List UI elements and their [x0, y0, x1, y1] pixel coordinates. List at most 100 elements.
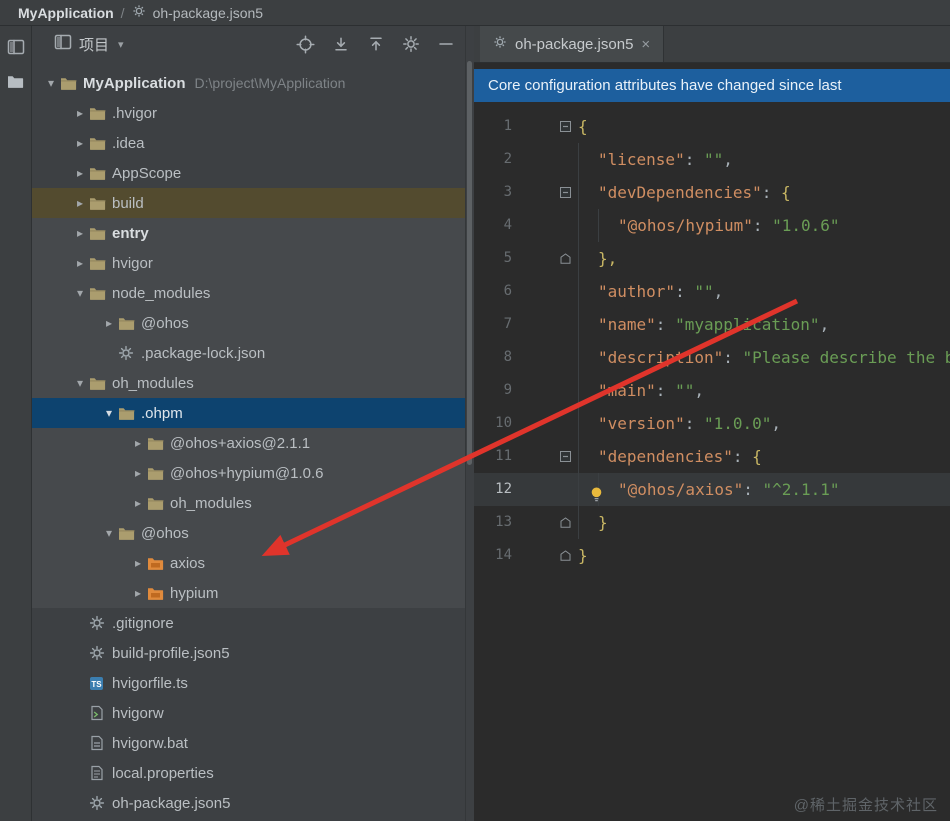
tree-item-ohos[interactable]: ▸ @ohos	[32, 308, 465, 338]
close-icon[interactable]: ×	[641, 36, 650, 53]
token-str: "1.0.6"	[772, 216, 840, 235]
code-text[interactable]: "description": "Please describe the bas	[578, 341, 950, 374]
tab-oh-package-json5[interactable]: oh-package.json5 ×	[480, 26, 665, 62]
chevron-right-icon[interactable]: ▸	[71, 136, 89, 150]
code-text[interactable]: },	[578, 242, 617, 275]
token-str: "myapplication"	[675, 315, 820, 334]
tree-item-entry[interactable]: ▸ entry	[32, 218, 465, 248]
code-line-8[interactable]: 8 "description": "Please describe the bas	[474, 341, 950, 374]
indent-guide	[578, 341, 598, 374]
tree-item-myapplication[interactable]: ▾ MyApplication D:\project\MyApplication	[32, 68, 465, 98]
code-line-12[interactable]: 12 "@ohos/axios": "^2.1.1"	[474, 473, 950, 506]
tree-item-oh-package-json5[interactable]: oh-package.json5	[32, 788, 465, 818]
code-line-14[interactable]: 14}	[474, 539, 950, 572]
locate-icon[interactable]	[296, 34, 315, 54]
chevron-down-icon[interactable]: ▾	[71, 376, 89, 390]
tree-item-local-properties[interactable]: local.properties	[32, 758, 465, 788]
json-icon	[118, 345, 140, 361]
scrollbar-thumb[interactable]	[467, 61, 472, 465]
fold-end-icon[interactable]	[518, 506, 578, 539]
code-text[interactable]: "devDependencies": {	[578, 176, 791, 209]
panel-splitter[interactable]	[465, 26, 474, 821]
expand-all-icon[interactable]	[332, 35, 350, 53]
chevron-down-icon[interactable]: ▾	[42, 76, 60, 90]
tree-item-oh-modules[interactable]: ▸ oh_modules	[32, 488, 465, 518]
tree-item-ohos[interactable]: ▾ @ohos	[32, 518, 465, 548]
code-text[interactable]: "main": "",	[578, 374, 704, 407]
chevron-right-icon[interactable]: ▸	[71, 196, 89, 210]
tree-item-build[interactable]: ▸ build	[32, 188, 465, 218]
code-line-9[interactable]: 9 "main": "",	[474, 374, 950, 407]
code-text[interactable]: "name": "myapplication",	[578, 308, 829, 341]
chevron-down-icon[interactable]: ▾	[100, 406, 118, 420]
chevron-right-icon[interactable]: ▸	[71, 226, 89, 240]
code-line-7[interactable]: 7 "name": "myapplication",	[474, 308, 950, 341]
tree-item-hvigorw[interactable]: hvigorw	[32, 698, 465, 728]
tree-item-build-profile-json5[interactable]: build-profile.json5	[32, 638, 465, 668]
chevron-right-icon[interactable]: ▸	[129, 496, 147, 510]
code-line-10[interactable]: 10 "version": "1.0.0",	[474, 407, 950, 440]
settings-icon[interactable]	[402, 35, 420, 53]
tree-item-hvigor[interactable]: ▸ hvigor	[32, 248, 465, 278]
folder-icon	[147, 436, 169, 451]
code-text[interactable]: "@ohos/hypium": "1.0.6"	[578, 209, 840, 242]
hide-icon[interactable]	[437, 35, 455, 53]
tree-item-label: MyApplication	[83, 74, 186, 92]
code-text[interactable]: }	[578, 506, 608, 539]
tree-item-label: @ohos	[141, 524, 189, 542]
breadcrumb-file[interactable]: oh-package.json5	[153, 5, 264, 21]
code-line-4[interactable]: 4 "@ohos/hypium": "1.0.6"	[474, 209, 950, 242]
code-line-13[interactable]: 13}	[474, 506, 950, 539]
chevron-right-icon[interactable]: ▸	[129, 556, 147, 570]
tree-item-package-lock-json[interactable]: .package-lock.json	[32, 338, 465, 368]
tree-item-ohpm[interactable]: ▾ .ohpm	[32, 398, 465, 428]
code-text[interactable]: "dependencies": {	[578, 440, 762, 473]
tree-item-gitignore[interactable]: .gitignore	[32, 608, 465, 638]
line-number: 5	[503, 250, 512, 266]
tree-item-idea[interactable]: ▸ .idea	[32, 128, 465, 158]
tree-item-oh-modules[interactable]: ▾ oh_modules	[32, 368, 465, 398]
fold-collapse-icon[interactable]	[518, 110, 578, 143]
chevron-right-icon[interactable]: ▸	[129, 466, 147, 480]
code-line-6[interactable]: 6 "author": "",	[474, 275, 950, 308]
chevron-down-icon[interactable]: ▾	[100, 526, 118, 540]
chevron-down-icon[interactable]: ▾	[71, 286, 89, 300]
code-text[interactable]: "license": "",	[578, 143, 733, 176]
fold-end-icon[interactable]	[518, 539, 578, 572]
panel-title[interactable]: 项目	[79, 34, 109, 55]
code-editor[interactable]: 1{2 "license": "", 3 "devDependencies": {4 "…	[474, 102, 950, 821]
collapse-all-icon[interactable]	[367, 35, 385, 53]
chevron-right-icon[interactable]: ▸	[129, 436, 147, 450]
tree-item-ohos-axios-2-1-1[interactable]: ▸ @ohos+axios@2.1.1	[32, 428, 465, 458]
code-line-2[interactable]: 2 "license": "",	[474, 143, 950, 176]
tree-item-hvigorw-bat[interactable]: hvigorw.bat	[32, 728, 465, 758]
code-text[interactable]: "author": "",	[578, 275, 723, 308]
tree-item-hvigorfile-ts[interactable]: TS hvigorfile.ts	[32, 668, 465, 698]
tree-item-node-modules[interactable]: ▾ node_modules	[32, 278, 465, 308]
chevron-right-icon[interactable]: ▸	[71, 256, 89, 270]
fold-collapse-icon[interactable]	[518, 440, 578, 473]
tree-item-hypium[interactable]: ▸ hypium	[32, 578, 465, 608]
code-line-11[interactable]: 11 "dependencies": {	[474, 440, 950, 473]
tree-item-hvigor[interactable]: ▸ .hvigor	[32, 98, 465, 128]
fold-collapse-icon[interactable]	[518, 176, 578, 209]
tree-item-ohos-hypium-1-0-6[interactable]: ▸ @ohos+hypium@1.0.6	[32, 458, 465, 488]
fold-end-icon[interactable]	[518, 242, 578, 275]
tree-item-axios[interactable]: ▸ axios	[32, 548, 465, 578]
folder-stripe-icon[interactable]	[5, 70, 27, 92]
chevron-right-icon[interactable]: ▸	[71, 166, 89, 180]
chevron-down-icon[interactable]: ▾	[118, 38, 124, 51]
chevron-right-icon[interactable]: ▸	[129, 586, 147, 600]
code-text[interactable]: "@ohos/axios": "^2.1.1"	[578, 473, 840, 506]
code-text[interactable]: {	[578, 110, 588, 143]
chevron-right-icon[interactable]: ▸	[71, 106, 89, 120]
tree-item-appscope[interactable]: ▸ AppScope	[32, 158, 465, 188]
code-text[interactable]: }	[578, 539, 588, 572]
chevron-right-icon[interactable]: ▸	[100, 316, 118, 330]
code-text[interactable]: "version": "1.0.0",	[578, 407, 781, 440]
project-view-stripe-icon[interactable]	[5, 36, 27, 58]
code-line-1[interactable]: 1{	[474, 110, 950, 143]
code-line-5[interactable]: 5},	[474, 242, 950, 275]
breadcrumb-app[interactable]: MyApplication	[18, 5, 114, 21]
code-line-3[interactable]: 3 "devDependencies": {	[474, 176, 950, 209]
